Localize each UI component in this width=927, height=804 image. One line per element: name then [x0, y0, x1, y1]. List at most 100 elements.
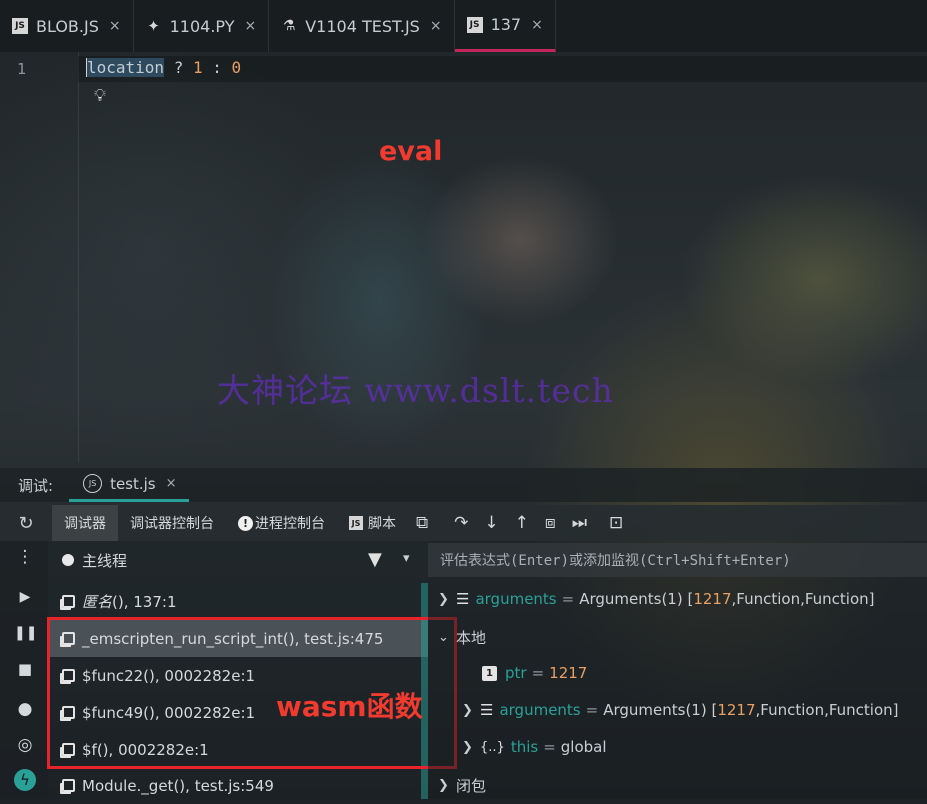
scope-closure[interactable]: ❯ 闭包: [438, 775, 486, 796]
frame-icon: [62, 595, 75, 608]
variable-row-arguments[interactable]: ❯ ☰ arguments = Arguments(1) [1217 ,Funct…: [462, 701, 899, 719]
variable-row-ptr[interactable]: 1 ptr = 1217: [482, 664, 587, 682]
tab-process-console[interactable]: ! 进程控制台: [226, 505, 337, 541]
line-gutter: 1: [0, 52, 79, 462]
more-options-icon[interactable]: ⋮: [14, 547, 36, 567]
chevron-right-icon[interactable]: ❯: [462, 740, 480, 755]
frame-function-name: Module._get: [82, 776, 174, 795]
close-icon[interactable]: ×: [531, 17, 543, 33]
variable-name: ptr: [505, 664, 527, 682]
code-operator: :: [202, 58, 232, 77]
tab-process-console-label: 进程控制台: [255, 516, 325, 532]
code-number: 0: [231, 58, 242, 77]
close-icon[interactable]: ×: [109, 18, 121, 34]
close-icon[interactable]: ×: [430, 18, 442, 34]
debug-control-column: ⋮ ▶ ❚❚ ■ ● ◎ ϟ: [0, 541, 48, 799]
tab-v1104-test-js[interactable]: ⚗ V1104 TEST.JS ×: [269, 0, 455, 52]
lightbulb-icon[interactable]: 💡︎: [94, 86, 106, 106]
code-editor[interactable]: 1 location ? 1 : 0 💡︎ eval 大神论坛 www.dslt…: [0, 52, 927, 462]
debug-header: 调试: JS test.js ×: [0, 468, 927, 502]
watermark: 大神论坛 www.dslt.tech: [217, 371, 614, 410]
pause-icon[interactable]: ❚❚: [14, 625, 37, 641]
frame-function-name: 匿名: [82, 593, 113, 611]
tab-blob-js[interactable]: JS BLOB.JS ×: [0, 0, 134, 52]
resume-icon[interactable]: ▶: [14, 589, 36, 605]
scope-local[interactable]: ⌄ 本地: [438, 627, 486, 648]
tab-label: BLOB.JS: [36, 16, 99, 36]
tab-label: 1104.PY: [169, 16, 235, 36]
number-type-icon: 1: [482, 665, 497, 681]
tab-label: 137: [490, 15, 522, 34]
equals-sign: =: [561, 590, 575, 608]
debug-file-tab[interactable]: JS test.js ×: [69, 468, 189, 502]
editor-tab-bar: JS BLOB.JS × ✦ 1104.PY × ⚗ V1104 TEST.JS…: [0, 0, 927, 52]
equals-sign: =: [531, 664, 545, 682]
js-test-file-icon: ⚗: [282, 18, 296, 34]
variable-row-arguments[interactable]: ❯ ☰ arguments = Arguments(1) [1217 ,Funct…: [438, 590, 875, 608]
run-to-cursor-icon[interactable]: ⧈: [545, 513, 556, 533]
variable-value-rest: ,Function,Function]: [755, 701, 899, 719]
variable-value-number: 1217: [693, 590, 732, 608]
scope-label: 本地: [456, 629, 487, 647]
variable-name: this: [510, 738, 539, 756]
rerun-icon[interactable]: ↻: [0, 513, 52, 534]
close-icon[interactable]: ×: [244, 18, 256, 34]
step-over-icon[interactable]: ↷: [454, 513, 468, 533]
tab-1104-py[interactable]: ✦ 1104.PY ×: [134, 0, 270, 52]
list-icon: ☰: [480, 701, 494, 719]
wasm-annotation: wasm函数: [276, 690, 423, 723]
python-file-icon: ✦: [147, 17, 160, 35]
evaluate-expression-icon[interactable]: ⊡: [609, 513, 623, 533]
close-icon[interactable]: ×: [166, 476, 177, 491]
variable-value: Arguments(1) [: [579, 590, 694, 608]
tab-script-label: 脚本: [368, 516, 396, 532]
chevron-right-icon[interactable]: ❯: [438, 592, 456, 607]
chevron-right-icon[interactable]: ❯: [462, 703, 480, 718]
scope-label: 闭包: [456, 777, 487, 795]
frames-layout-icon[interactable]: ⧉: [416, 513, 428, 533]
code-number: 1: [192, 58, 203, 77]
step-into-icon[interactable]: ↓: [484, 513, 498, 533]
frame-icon: [62, 779, 75, 792]
debug-toolbar: ↻ 调试器 调试器控制台 ! 进程控制台 JS 脚本 ⧉ ↷ ↓ ↑ ⧈ ⏭ ⊡: [0, 505, 927, 541]
chevron-down-icon[interactable]: ⌄: [438, 630, 456, 645]
stack-frame[interactable]: 匿名 (), 137:1: [48, 583, 428, 620]
chevron-right-icon[interactable]: ❯: [438, 778, 456, 793]
variable-value: Arguments(1) [: [603, 701, 718, 719]
js-file-icon: JS: [12, 18, 28, 34]
equals-sign: =: [543, 738, 556, 756]
tab-script[interactable]: JS 脚本: [337, 505, 408, 541]
eval-annotation: eval: [379, 136, 443, 167]
tab-debugger[interactable]: 调试器: [52, 505, 118, 541]
evaluate-expression-input[interactable]: 评估表达式(Enter)或添加监视(Ctrl+Shift+Enter): [428, 543, 927, 577]
mute-breakpoints-icon[interactable]: ◎: [14, 735, 36, 755]
js-file-icon: JS: [349, 516, 363, 530]
variable-value: 1217: [549, 664, 588, 682]
stack-frame[interactable]: Module._get (), test.js:549: [48, 767, 428, 804]
lightning-icon[interactable]: ϟ: [14, 769, 36, 791]
variable-value-number: 1217: [717, 701, 756, 719]
frame-location: (), 137:1: [112, 592, 177, 611]
code-line[interactable]: location ? 1 : 0: [86, 58, 241, 77]
filter-icon[interactable]: ▼: [368, 549, 382, 570]
object-icon: {..}: [480, 739, 505, 755]
frame-location: (), test.js:549: [173, 776, 274, 795]
variable-name: arguments: [499, 701, 581, 719]
resume-forward-icon[interactable]: ⏭: [572, 513, 587, 533]
debug-file-tab-label: test.js: [110, 474, 156, 493]
variable-name: arguments: [475, 590, 557, 608]
tab-137[interactable]: JS 137 ×: [454, 0, 556, 52]
view-breakpoints-icon[interactable]: ●: [14, 699, 36, 719]
chevron-down-icon[interactable]: ▾: [403, 551, 410, 566]
list-icon: ☰: [456, 590, 470, 608]
thread-label: 主线程: [82, 551, 128, 570]
nodejs-icon: JS: [83, 474, 103, 493]
js-file-icon: JS: [466, 16, 483, 33]
stop-icon[interactable]: ■: [14, 660, 36, 678]
step-out-icon[interactable]: ↑: [515, 513, 529, 533]
tab-debugger-console[interactable]: 调试器控制台: [118, 505, 226, 541]
variable-row-this[interactable]: ❯ {..} this = global: [462, 738, 607, 756]
variable-value-rest: ,Function,Function]: [731, 590, 875, 608]
warning-icon: !: [238, 515, 253, 531]
variables-panel: 评估表达式(Enter)或添加监视(Ctrl+Shift+Enter) ❯ ☰ …: [428, 541, 927, 799]
